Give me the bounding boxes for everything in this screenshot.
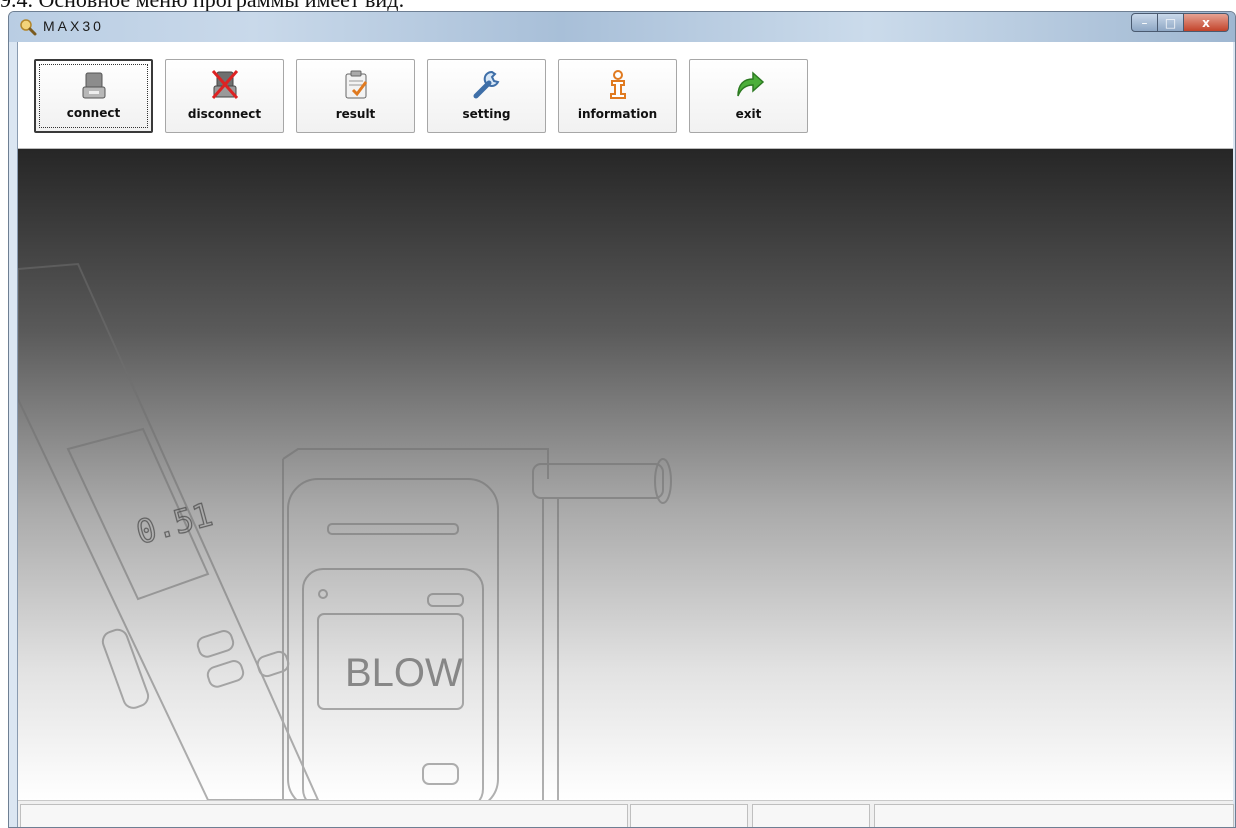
result-label: result xyxy=(335,107,376,121)
usb-plug-icon xyxy=(82,72,105,99)
status-panel-2 xyxy=(630,804,748,827)
usb-disconnect-icon xyxy=(211,70,238,99)
result-button[interactable]: result xyxy=(296,59,415,133)
connect-button[interactable]: connect xyxy=(34,59,153,133)
toolbar: connect disconnect result setting inform… xyxy=(18,42,1233,149)
info-person-icon xyxy=(609,70,626,99)
window-controls: – □ x xyxy=(1131,13,1229,32)
status-panel-4 xyxy=(874,804,1234,827)
exit-label: exit xyxy=(735,107,762,121)
disconnect-label: disconnect xyxy=(187,107,262,121)
setting-button[interactable]: setting xyxy=(427,59,546,133)
status-panel-3 xyxy=(752,804,870,827)
magnifier-app-icon xyxy=(20,19,37,36)
information-button[interactable]: information xyxy=(558,59,677,133)
wrench-icon xyxy=(473,70,499,99)
client-area: connect disconnect result setting inform… xyxy=(17,42,1234,827)
setting-label: setting xyxy=(462,107,511,121)
information-label: information xyxy=(577,107,658,121)
disconnect-button[interactable]: disconnect xyxy=(165,59,284,133)
app-window: MAX30 – □ x connect disconnect result se… xyxy=(8,11,1236,828)
status-panel-1 xyxy=(20,804,628,827)
main-workspace: 0.51 BLOW xyxy=(18,149,1233,800)
exit-button[interactable]: exit xyxy=(689,59,808,133)
status-bar xyxy=(18,800,1234,827)
title-bar[interactable]: MAX30 – □ x xyxy=(9,12,1235,42)
clipboard-result-icon xyxy=(345,70,367,99)
minimize-button[interactable]: – xyxy=(1131,13,1158,32)
maximize-button[interactable]: □ xyxy=(1158,13,1184,32)
device-screen-text: BLOW xyxy=(345,651,463,695)
breathalyzer-illustration: 0.51 BLOW xyxy=(18,262,672,800)
window-title: MAX30 xyxy=(43,18,104,34)
connect-label: connect xyxy=(66,106,121,120)
green-arrow-icon xyxy=(736,71,764,97)
close-button[interactable]: x xyxy=(1184,13,1229,32)
